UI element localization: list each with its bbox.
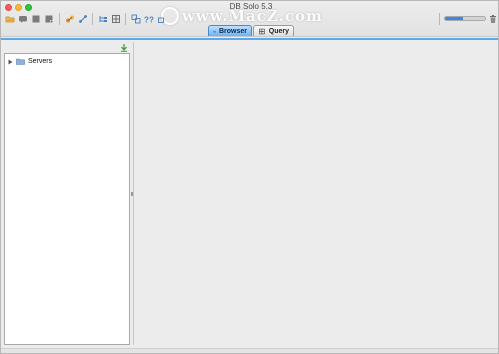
save-icon (45, 15, 53, 23)
toolbar-separator (92, 13, 93, 25)
help-icon: ? ? (144, 16, 154, 25)
minimize-window-button[interactable] (15, 4, 22, 11)
compare-icon (131, 14, 141, 24)
expand-arrow-icon[interactable] (8, 59, 13, 65)
stop-icon (32, 15, 40, 23)
open-button[interactable] (5, 14, 15, 24)
connect-icon (66, 15, 74, 23)
speech-bubble-icon (19, 16, 27, 23)
trash-icon (490, 15, 496, 23)
log-button[interactable] (18, 14, 28, 24)
open-folder-icon (5, 16, 15, 23)
disconnect-icon (79, 15, 87, 23)
folder-icon (16, 58, 25, 65)
toolbar-separator (59, 13, 60, 25)
navigator-toolbar (4, 42, 130, 53)
server-tree[interactable]: Servers (4, 53, 130, 345)
close-window-button[interactable] (5, 4, 12, 11)
delete-button[interactable] (488, 14, 498, 24)
navigator-panel: Servers (4, 42, 130, 345)
zoom-slider-fill (445, 17, 463, 20)
zoom-slider[interactable] (444, 16, 486, 21)
tab-query-label: Query (268, 27, 289, 35)
toolbar-separator (439, 13, 440, 25)
help-button[interactable]: ? ? (144, 14, 154, 25)
tree-node-servers[interactable]: Servers (8, 57, 52, 66)
query-button[interactable] (111, 14, 121, 24)
grid-icon (112, 15, 120, 23)
window-title: DB Solo 5.3 (229, 2, 273, 11)
title-bar: DB Solo 5.3 www.MacZ.com ? ? Browser Que… (1, 1, 498, 37)
view-tabs: Browser Query (208, 25, 294, 36)
schema-icon (158, 17, 164, 23)
window-bottom-edge (1, 348, 498, 353)
tab-query[interactable]: Query (253, 25, 294, 36)
disconnect-button[interactable] (78, 14, 88, 24)
stop-button[interactable] (31, 14, 41, 24)
grid-icon (259, 28, 265, 34)
connect-button[interactable] (65, 14, 75, 24)
tree-node-label: Servers (28, 58, 53, 65)
schema-button[interactable] (157, 14, 167, 24)
app-window: DB Solo 5.3 www.MacZ.com ? ? Browser Que… (0, 0, 499, 354)
zoom-window-button[interactable] (25, 4, 32, 11)
collapse-all-icon[interactable] (120, 43, 128, 52)
tab-browser[interactable]: Browser (208, 25, 252, 36)
compare-button[interactable] (131, 14, 141, 24)
tab-browser-label: Browser (218, 27, 247, 35)
browse-tree-icon (99, 16, 107, 22)
workspace-panel (133, 42, 496, 345)
main-content: Servers (1, 38, 498, 348)
browse-tree-icon (213, 30, 216, 32)
toolbar-separator (125, 13, 126, 25)
svg-text:?: ? (149, 16, 154, 25)
browser-button[interactable] (98, 14, 108, 24)
save-button[interactable] (44, 14, 54, 24)
